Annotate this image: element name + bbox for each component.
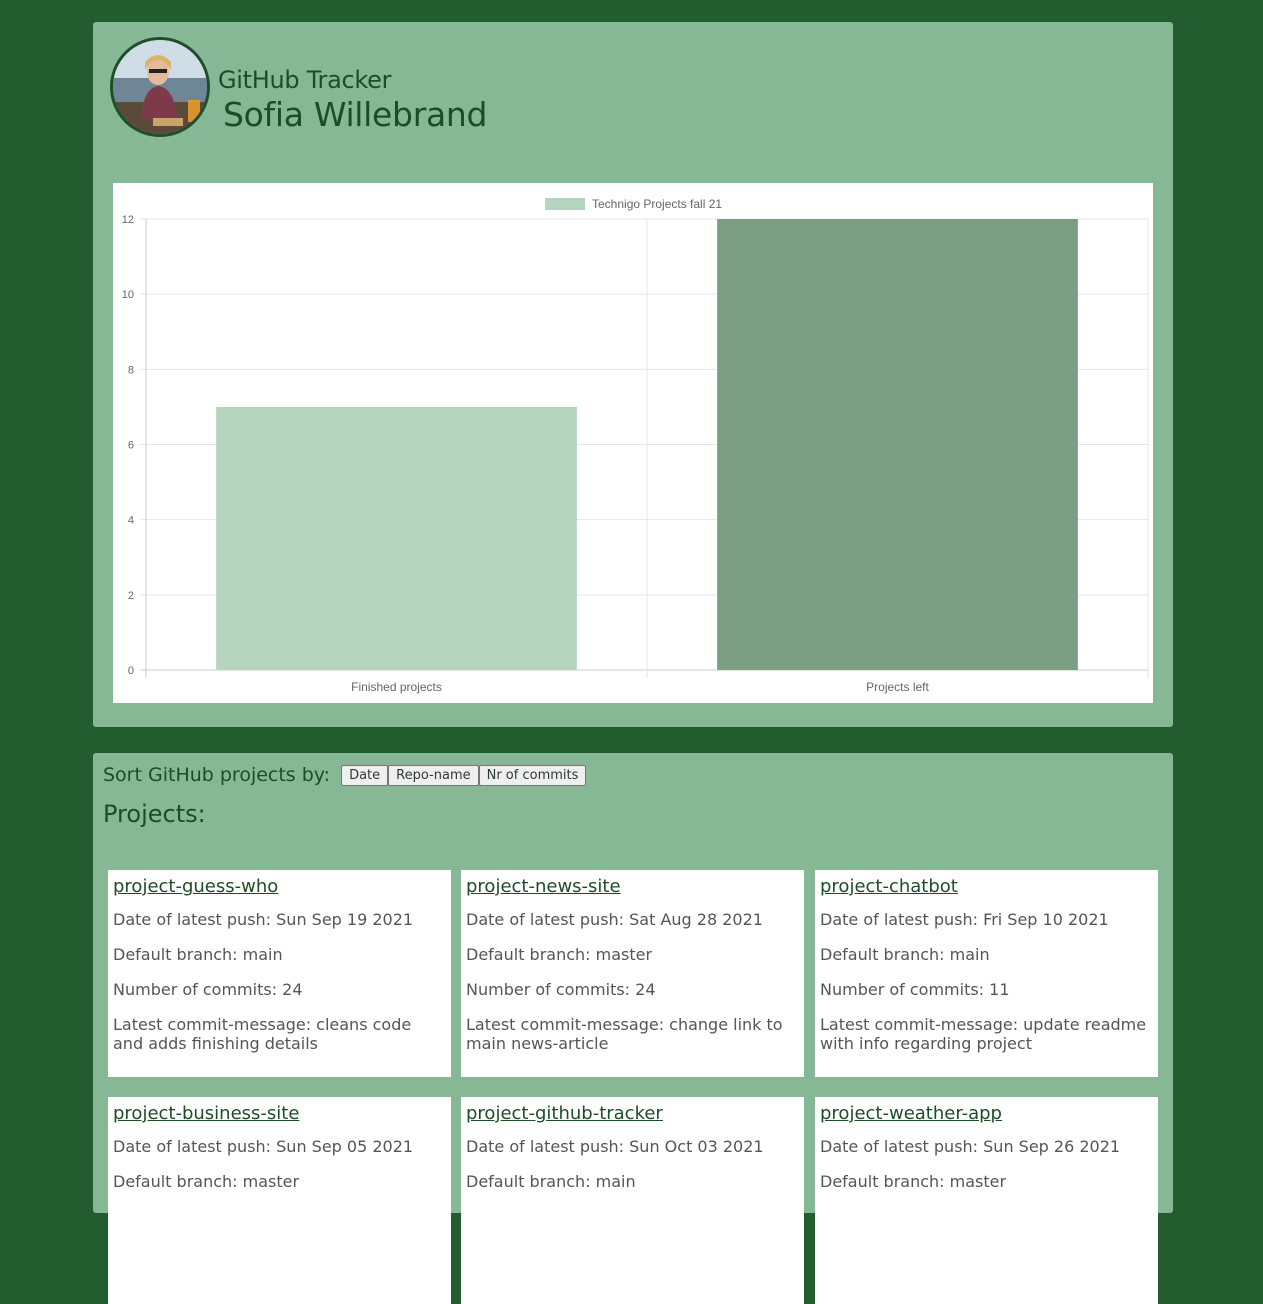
bar-finished-projects xyxy=(216,406,577,670)
push-date: Date of latest push: Sat Aug 28 2021 xyxy=(466,910,763,929)
push-date: Date of latest push: Sun Oct 03 2021 xyxy=(466,1137,764,1156)
default-branch: Default branch: main xyxy=(466,1172,636,1191)
project-card: project-chatbot Date of latest push: Fri… xyxy=(815,870,1158,1077)
projects-chart: Technigo Projects fall 21 0 2 4 6 8 10 12 Finis… xyxy=(113,183,1153,703)
y-tick-label: 2 xyxy=(128,590,134,602)
repo-link[interactable]: project-weather-app xyxy=(820,1103,1153,1124)
projects-heading: Projects: xyxy=(103,800,206,828)
sort-label: Sort GitHub projects by: xyxy=(103,764,331,786)
y-tick-label: 0 xyxy=(128,665,134,677)
default-branch: Default branch: main xyxy=(820,945,990,964)
repo-link[interactable]: project-guess-who xyxy=(113,876,446,897)
y-tick-label: 12 xyxy=(122,214,134,226)
repo-link[interactable]: project-news-site xyxy=(466,876,799,897)
project-card: project-weather-app Date of latest push:… xyxy=(815,1097,1158,1304)
app-title: GitHub Tracker xyxy=(218,66,392,94)
user-name: Sofia Willebrand xyxy=(223,95,488,134)
default-branch: Default branch: master xyxy=(113,1172,300,1191)
commit-count: Number of commits: 24 xyxy=(113,980,303,999)
bar-projects-left xyxy=(717,219,1078,670)
sort-by-date-button[interactable]: Date xyxy=(341,764,389,786)
legend-label: Technigo Projects fall 21 xyxy=(592,197,722,211)
sort-by-commits-button[interactable]: Nr of commits xyxy=(478,764,587,786)
repo-link[interactable]: project-chatbot xyxy=(820,876,1153,897)
avatar xyxy=(110,37,210,137)
latest-commit-message: Latest commit-message: change link to ma… xyxy=(466,1015,783,1053)
latest-commit-message: Latest commit-message: cleans code and a… xyxy=(113,1015,412,1053)
y-tick-label: 4 xyxy=(128,515,134,527)
sort-controls: Sort GitHub projects by: Date Repo-name … xyxy=(103,763,587,787)
push-date: Date of latest push: Sun Sep 05 2021 xyxy=(113,1137,414,1156)
repo-link[interactable]: project-business-site xyxy=(113,1103,446,1124)
push-date: Date of latest push: Sun Sep 19 2021 xyxy=(113,910,414,929)
legend-swatch xyxy=(545,198,585,210)
default-branch: Default branch: main xyxy=(113,945,283,964)
x-tick-label: Projects left xyxy=(866,680,929,694)
push-date: Date of latest push: Fri Sep 10 2021 xyxy=(820,910,1109,929)
default-branch: Default branch: master xyxy=(820,1172,1007,1191)
y-tick-label: 10 xyxy=(122,289,134,301)
project-card: project-guess-who Date of latest push: S… xyxy=(108,870,451,1077)
project-card: project-news-site Date of latest push: S… xyxy=(461,870,804,1077)
y-tick-label: 6 xyxy=(128,440,134,452)
x-tick-label: Finished projects xyxy=(351,680,442,694)
commit-count: Number of commits: 24 xyxy=(466,980,656,999)
project-card: project-github-tracker Date of latest pu… xyxy=(461,1097,804,1304)
repo-link[interactable]: project-github-tracker xyxy=(466,1103,799,1124)
profile-panel: GitHub Tracker Sofia Willebrand Technigo… xyxy=(93,22,1173,727)
commit-count: Number of commits: 11 xyxy=(820,980,1010,999)
project-card: project-business-site Date of latest pus… xyxy=(108,1097,451,1304)
y-tick-label: 8 xyxy=(128,364,134,376)
latest-commit-message: Latest commit-message: update readme wit… xyxy=(820,1015,1147,1053)
sort-by-repo-name-button[interactable]: Repo-name xyxy=(388,764,479,786)
projects-panel: Sort GitHub projects by: Date Repo-name … xyxy=(93,753,1173,1304)
default-branch: Default branch: master xyxy=(466,945,653,964)
push-date: Date of latest push: Sun Sep 26 2021 xyxy=(820,1137,1121,1156)
